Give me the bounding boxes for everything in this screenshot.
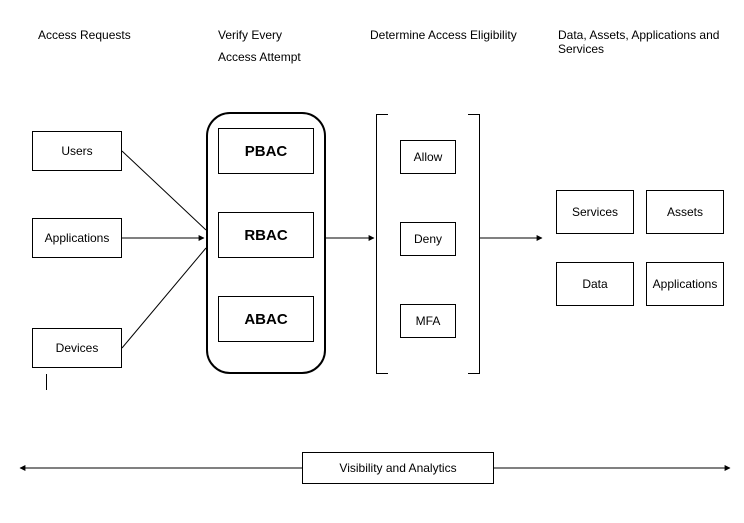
box-assets: Assets (646, 190, 724, 234)
box-deny: Deny (400, 222, 456, 256)
box-applications: Applications (32, 218, 122, 258)
footer-box: Visibility and Analytics (302, 452, 494, 484)
header-verify-line1: Verify Every (218, 28, 282, 42)
header-verify-line2: Access Attempt (218, 50, 301, 64)
box-abac: ABAC (218, 296, 314, 342)
header-access-requests: Access Requests (38, 28, 131, 42)
box-rbac: RBAC (218, 212, 314, 258)
bracket-right (468, 114, 480, 374)
box-services: Services (556, 190, 634, 234)
box-users: Users (32, 131, 122, 171)
box-pbac: PBAC (218, 128, 314, 174)
box-allow: Allow (400, 140, 456, 174)
box-devices: Devices (32, 328, 122, 368)
header-eligibility: Determine Access Eligibility (370, 28, 517, 42)
box-res-applications: Applications (646, 262, 724, 306)
cursor-tick (46, 374, 47, 390)
header-resources: Data, Assets, Applications and Services (558, 28, 744, 56)
box-data: Data (556, 262, 634, 306)
bracket-left (376, 114, 388, 374)
box-mfa: MFA (400, 304, 456, 338)
